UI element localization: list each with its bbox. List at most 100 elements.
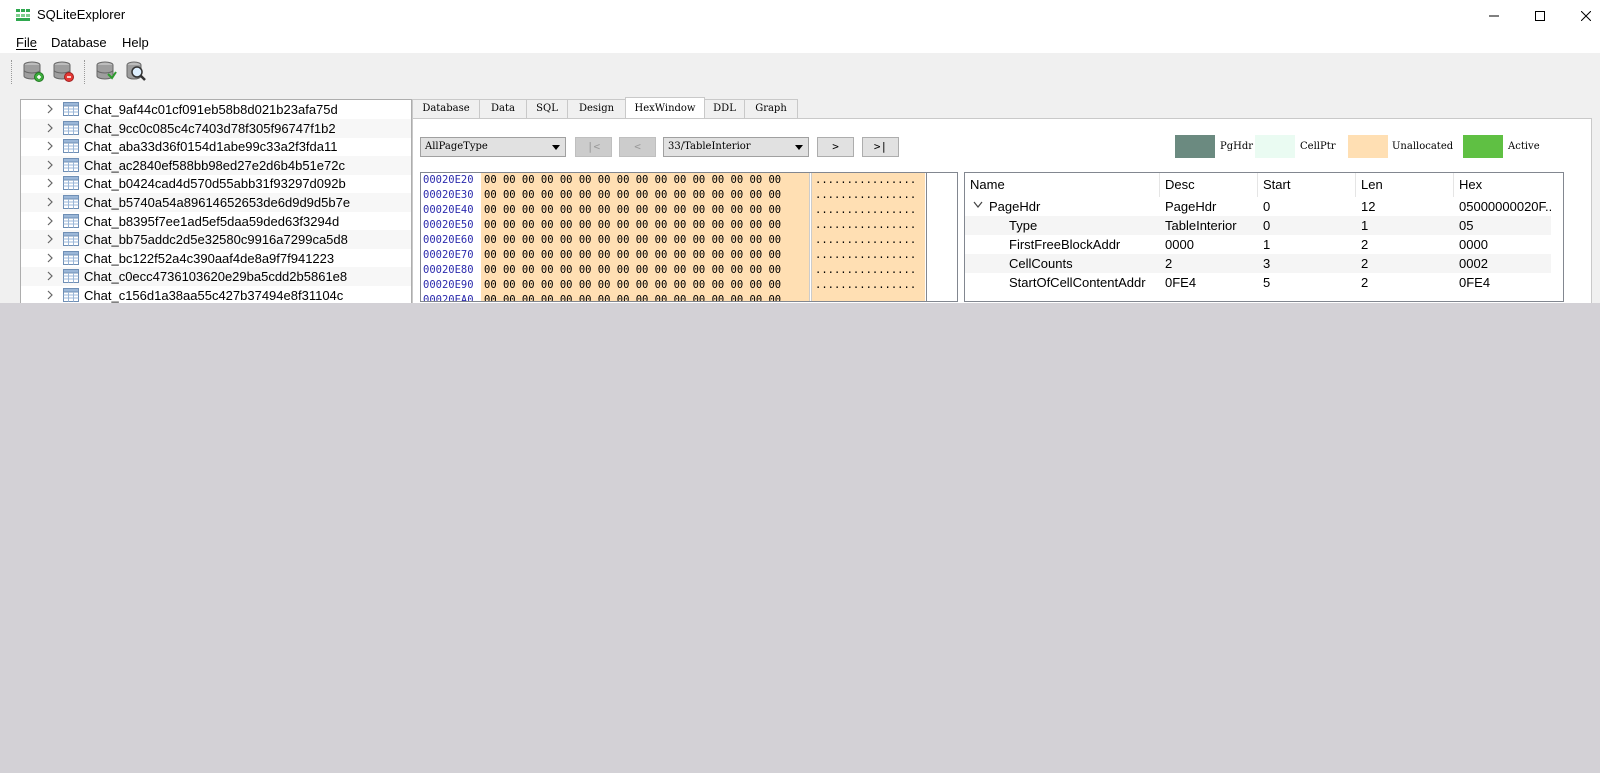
previous-page-button[interactable]: < [619, 137, 656, 157]
hex-offset: 00020E90 [423, 279, 474, 291]
tree-item[interactable]: Chat_bc122f52a4c390aaf4de8a9f7f941223 [21, 249, 411, 268]
legend-label-cellptr: CellPtr [1300, 141, 1336, 152]
hex-ascii[interactable]: ................ [812, 188, 925, 203]
inspect-database-icon [126, 61, 146, 81]
cell-name: PageHdr [989, 199, 1041, 214]
hex-scrollbar[interactable] [926, 173, 957, 301]
minimize-button[interactable] [1471, 0, 1517, 31]
menu-database[interactable]: Database [51, 35, 107, 50]
column-header-start[interactable]: Start [1258, 173, 1356, 197]
hex-ascii[interactable]: ................ [812, 278, 925, 293]
chevron-right-icon[interactable] [45, 253, 55, 263]
grid-row[interactable]: Type TableInterior 0 1 05 [965, 216, 1551, 235]
tree-item[interactable]: Chat_b8395f7ee1ad5ef5daa59ded63f3294d [21, 212, 411, 231]
cell-start: 0 [1263, 218, 1271, 233]
first-page-button[interactable]: |< [575, 137, 612, 157]
hex-row: 00020E20 00 00 00 00 00 00 00 00 00 00 00… [421, 173, 926, 188]
tree-item[interactable]: Chat_9af44c01cf091eb58b8d021b23afa75d [21, 100, 411, 119]
tree-item-label: Chat_b5740a54a89614652653de6d9d9d5b7e [84, 195, 351, 210]
hex-ascii[interactable]: ................ [812, 218, 925, 233]
close-database-button[interactable] [51, 59, 75, 83]
hex-ascii[interactable]: ................ [812, 248, 925, 263]
grid-row[interactable]: FirstFreeBlockAddr 0000 1 2 0000 [965, 235, 1551, 254]
cell-hex: 0000 [1459, 237, 1488, 252]
tab-sql[interactable]: SQL [526, 99, 568, 119]
grid-row[interactable]: CellCounts 2 3 2 0002 [965, 254, 1551, 273]
table-icon [63, 232, 79, 247]
title-bar: SQLiteExplorer [0, 0, 1600, 31]
hex-ascii[interactable]: ................ [812, 293, 925, 301]
hex-bytes[interactable]: 00 00 00 00 00 00 00 00 00 00 00 00 00 0… [481, 278, 809, 293]
table-icon [63, 102, 79, 116]
chevron-right-icon[interactable] [45, 216, 55, 226]
chevron-right-icon[interactable] [45, 197, 55, 207]
table-icon [63, 195, 79, 209]
chevron-right-icon[interactable] [45, 178, 55, 188]
chevron-right-icon[interactable] [45, 141, 55, 151]
chevron-right-icon[interactable] [45, 290, 55, 300]
hex-ascii[interactable]: ................ [812, 203, 925, 218]
chevron-down-icon[interactable] [973, 201, 983, 209]
chevron-right-icon[interactable] [45, 104, 55, 114]
page-select[interactable]: 33/TableInterior [663, 137, 809, 157]
hex-bytes[interactable]: 00 00 00 00 00 00 00 00 00 00 00 00 00 0… [481, 248, 809, 263]
hex-bytes[interactable]: 00 00 00 00 00 00 00 00 00 00 00 00 00 0… [481, 293, 809, 301]
last-page-button[interactable]: >| [862, 137, 899, 157]
hex-bytes[interactable]: 00 00 00 00 00 00 00 00 00 00 00 00 00 0… [481, 173, 809, 188]
chevron-right-icon[interactable] [45, 123, 55, 133]
menu-file[interactable]: File [16, 35, 37, 50]
tab-hexwindow[interactable]: HexWindow [625, 97, 705, 118]
hex-ascii[interactable]: ................ [812, 263, 925, 278]
hex-bytes[interactable]: 00 00 00 00 00 00 00 00 00 00 00 00 00 0… [481, 218, 809, 233]
next-page-button[interactable]: > [817, 137, 854, 157]
tree-item[interactable]: Chat_ac2840ef588bb98ed27e2d6b4b51e72c [21, 155, 411, 175]
page-type-filter-select[interactable]: AllPageType [420, 137, 566, 157]
save-database-button[interactable] [94, 59, 118, 83]
table-icon [63, 120, 79, 135]
column-header-len[interactable]: Len [1356, 173, 1454, 197]
chevron-right-icon[interactable] [45, 160, 55, 170]
hex-bytes[interactable]: 00 00 00 00 00 00 00 00 00 00 00 00 00 0… [481, 263, 809, 278]
tree-item[interactable]: Chat_c0ecc4736103620e29ba5cdd2b5861e8 [21, 267, 411, 287]
hex-bytes[interactable]: 00 00 00 00 00 00 00 00 00 00 00 00 00 0… [481, 188, 809, 203]
tab-database[interactable]: Database [412, 99, 480, 119]
hex-view[interactable]: 00020E20 00 00 00 00 00 00 00 00 00 00 00… [420, 172, 958, 302]
tree-item[interactable]: Chat_aba33d36f0154d1abe99c33a2f3fda11 [21, 137, 411, 156]
hex-ascii[interactable]: ................ [812, 233, 925, 248]
table-tree[interactable]: Chat_9af44c01cf091eb58b8d021b23afa75d Cha… [20, 99, 412, 303]
hex-bytes[interactable]: 00 00 00 00 00 00 00 00 00 00 00 00 00 0… [481, 233, 809, 248]
cell-desc: 0FE4 [1165, 275, 1197, 290]
inspect-database-button[interactable] [124, 59, 148, 83]
column-header-hex[interactable]: Hex [1454, 173, 1563, 197]
tree-item[interactable]: Chat_c156d1a38aa55c427b37494e8f31104c [21, 286, 411, 303]
cell-desc: TableInterior [1165, 218, 1237, 233]
tree-item[interactable]: Chat_b5740a54a89614652653de6d9d9d5b7e [21, 193, 411, 212]
column-header-desc[interactable]: Desc [1160, 173, 1258, 197]
chevron-right-icon[interactable] [45, 271, 55, 281]
tab-design[interactable]: Design [567, 99, 626, 119]
close-button[interactable] [1563, 0, 1600, 31]
page-structure-grid[interactable]: Name Desc Start Len Hex PageHdr PageHdr 0 1… [964, 172, 1564, 302]
grid-row[interactable]: StartOfCellContentAddr 0FE4 5 2 0FE4 [965, 273, 1551, 292]
menu-help[interactable]: Help [122, 35, 149, 50]
page-select-value: 33/TableInterior [668, 141, 751, 152]
minimize-icon [1489, 15, 1499, 16]
tab-ddl[interactable]: DDL [704, 99, 745, 119]
maximize-button[interactable] [1517, 0, 1563, 31]
tree-item[interactable]: Chat_9cc0c085c4c7403d78f305f96747f1b2 [21, 118, 411, 138]
hex-divider [809, 173, 812, 301]
hex-bytes[interactable]: 00 00 00 00 00 00 00 00 00 00 00 00 00 0… [481, 203, 809, 218]
column-header-name[interactable]: Name [965, 173, 1160, 197]
grid-row[interactable]: PageHdr PageHdr 0 12 05000000020F... [965, 197, 1551, 216]
tree-item[interactable]: Chat_b0424cad4d570d55abb31f93297d092b [21, 174, 411, 193]
tab-graph[interactable]: Graph [744, 99, 798, 119]
hex-offset: 00020E40 [423, 204, 474, 216]
open-database-button[interactable] [21, 59, 45, 83]
cell-name: StartOfCellContentAddr [1009, 275, 1146, 290]
cell-len: 2 [1361, 256, 1369, 271]
hex-row: 00020E90 00 00 00 00 00 00 00 00 00 00 00… [421, 278, 926, 293]
chevron-right-icon[interactable] [45, 234, 55, 244]
hex-ascii[interactable]: ................ [812, 173, 925, 188]
tab-data[interactable]: Data [479, 99, 527, 119]
tree-item[interactable]: Chat_bb75addc2d5e32580c9916a7299ca5d8 [21, 230, 411, 250]
